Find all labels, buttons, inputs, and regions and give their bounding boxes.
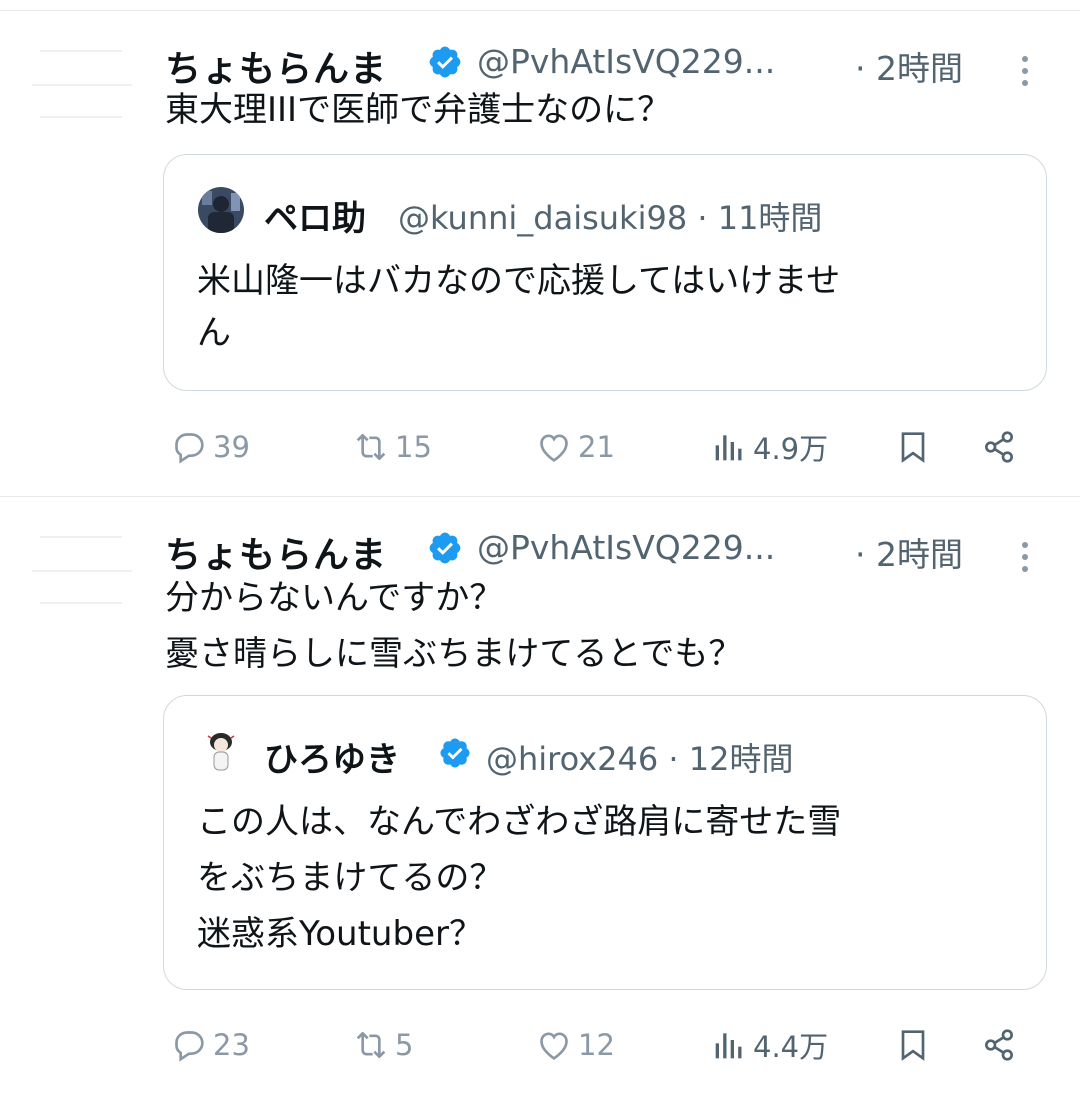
- verified-badge-icon: [429, 46, 461, 78]
- verified-badge-icon: [429, 532, 461, 564]
- retweet-button[interactable]: 15: [351, 422, 432, 472]
- reply-icon: [175, 433, 204, 464]
- tweet-actions: 39 15 21 4.9万: [165, 422, 1045, 472]
- reply-button[interactable]: 39: [169, 422, 250, 472]
- quote-author-handle: @hirox246 · 12時間: [486, 740, 794, 778]
- author-name[interactable]: ちょもらんま: [165, 40, 387, 92]
- quote-author-name: ペロ助: [264, 199, 366, 239]
- views-icon: [715, 1033, 742, 1059]
- share-button[interactable]: [979, 422, 1019, 472]
- reply-count: 23: [213, 1028, 250, 1062]
- quote-author-name: ひろゆき: [264, 740, 400, 780]
- more-icon[interactable]: [1020, 542, 1030, 578]
- reply-icon: [175, 1031, 204, 1062]
- tweet-text-line: 分からないんですか？: [165, 578, 504, 618]
- retweet-count: 15: [395, 430, 432, 464]
- bookmark-icon: [901, 432, 925, 463]
- tweet-header: ちょもらんま @PvhAtIsVQ229... · 2時間: [165, 34, 1045, 94]
- retweet-count: 5: [395, 1028, 414, 1062]
- like-icon: [540, 434, 568, 462]
- views-button[interactable]: 4.4万: [709, 1020, 828, 1070]
- retweet-icon: [356, 1032, 386, 1058]
- tweet[interactable]: ちょもらんま @PvhAtIsVQ229... · 2時間 分からないんですか？…: [0, 520, 1080, 1094]
- like-count: 12: [578, 1028, 615, 1062]
- share-icon: [985, 1029, 1013, 1061]
- retweet-icon: [356, 434, 386, 460]
- quote-text-line: ん: [197, 313, 231, 353]
- quote-author-handle: @kunni_daisuki98 · 11時間: [398, 199, 823, 237]
- tweet-text: 東大理IIIで医師で弁護士なのに？: [165, 90, 672, 130]
- avatar-placeholder: [32, 536, 132, 616]
- views-button[interactable]: 4.9万: [709, 422, 828, 472]
- bookmark-icon: [901, 1030, 925, 1061]
- avatar-placeholder: [32, 50, 132, 130]
- quoted-tweet[interactable]: ひろゆき @hirox246 · 12時間 この人は、なんでわざわざ路肩に寄せた…: [163, 695, 1047, 990]
- timestamp[interactable]: · 2時間: [855, 528, 963, 576]
- views-count: 4.4万: [753, 1030, 829, 1064]
- quoted-tweet[interactable]: ペロ助 @kunni_daisuki98 · 11時間 米山隆一はバカなので応援…: [163, 154, 1047, 391]
- quote-text-line: この人は、なんでわざわざ路肩に寄せた雪: [197, 802, 842, 842]
- views-icon: [715, 435, 742, 461]
- like-count: 21: [578, 430, 615, 464]
- author-handle[interactable]: @PvhAtIsVQ229...: [477, 528, 775, 567]
- top-divider: [0, 10, 1080, 11]
- bookmark-button[interactable]: [893, 422, 933, 472]
- author-handle[interactable]: @PvhAtIsVQ229...: [477, 42, 775, 81]
- tweet[interactable]: ちょもらんま @PvhAtIsVQ229... · 2時間 東大理IIIで医師で…: [0, 34, 1080, 494]
- share-icon: [985, 431, 1013, 463]
- views-count: 4.9万: [753, 432, 829, 466]
- quote-avatar: [198, 728, 244, 774]
- tweet-header: ちょもらんま @PvhAtIsVQ229... · 2時間: [165, 520, 1045, 580]
- tweet-divider: [0, 496, 1080, 497]
- reply-button[interactable]: 23: [169, 1020, 250, 1070]
- tweet-text-line: 憂さ晴らしに雪ぶちまけてるとでも？: [165, 634, 743, 674]
- bookmark-button[interactable]: [893, 1020, 933, 1070]
- quote-avatar: [198, 187, 244, 233]
- like-button[interactable]: 12: [534, 1020, 615, 1070]
- reply-count: 39: [213, 430, 250, 464]
- quote-text-line: 米山隆一はバカなので応援してはいけませ: [197, 261, 841, 301]
- quote-text-line: 迷惑系Youtuber？: [197, 914, 483, 954]
- more-icon[interactable]: [1020, 56, 1030, 92]
- retweet-button[interactable]: 5: [351, 1020, 413, 1070]
- timestamp[interactable]: · 2時間: [855, 42, 963, 90]
- tweet-actions: 23 5 12 4.4万: [165, 1020, 1045, 1070]
- share-button[interactable]: [979, 1020, 1019, 1070]
- like-button[interactable]: 21: [534, 422, 615, 472]
- author-name[interactable]: ちょもらんま: [165, 526, 387, 578]
- like-icon: [540, 1032, 568, 1060]
- quote-text-line: をぶちまけてるの？: [197, 858, 504, 898]
- verified-badge-icon: [440, 738, 470, 768]
